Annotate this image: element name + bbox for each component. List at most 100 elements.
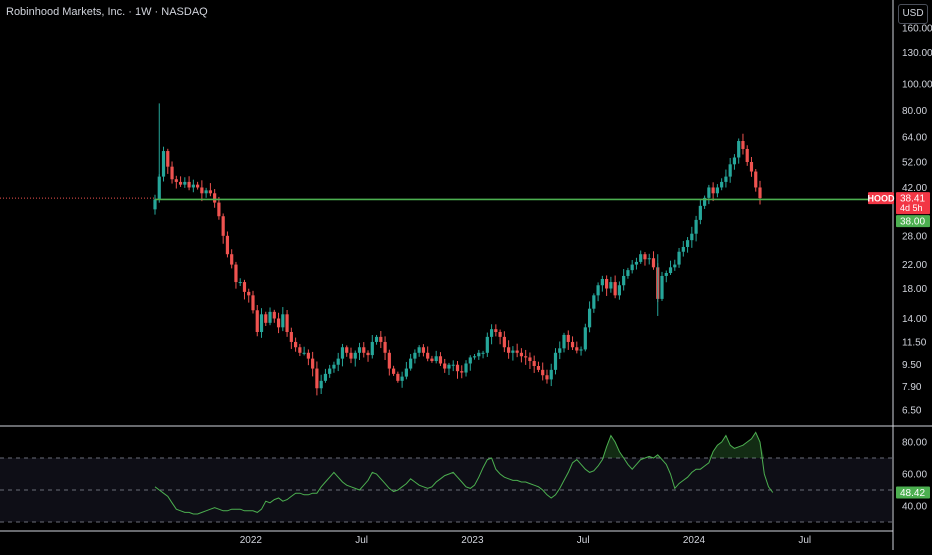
candle-body <box>276 318 281 328</box>
candle-body <box>383 341 387 353</box>
candle-body <box>613 282 617 296</box>
candle-body <box>238 282 242 284</box>
candle-body <box>204 190 208 194</box>
candle-body <box>472 356 477 358</box>
candle-body <box>536 366 541 370</box>
candle-body <box>592 295 596 309</box>
time-tick-label: Jul <box>577 535 590 546</box>
candle-body <box>549 369 553 380</box>
candle-body <box>336 358 340 365</box>
candle-body <box>698 205 702 220</box>
candle-body <box>208 190 212 194</box>
candle-body <box>251 295 255 311</box>
price-tick-label: 64.00 <box>902 133 927 144</box>
candle-body <box>528 357 532 362</box>
price-tick-label: 160.00 <box>902 23 932 34</box>
candle-body <box>643 254 647 260</box>
candle-body <box>587 308 592 328</box>
candle-body <box>639 254 643 262</box>
candle-body <box>298 347 302 353</box>
candle-body <box>247 291 251 296</box>
candle-body <box>464 363 468 373</box>
candle-body <box>626 270 630 276</box>
candle-body <box>264 314 268 323</box>
countdown-label: 4d 5h <box>900 203 923 213</box>
candle-body <box>443 363 447 369</box>
candle-body <box>434 356 438 362</box>
candle-body <box>451 364 455 366</box>
time-tick-label: Jul <box>798 535 811 546</box>
candle-body <box>374 336 379 342</box>
price-tick-label: 14.00 <box>902 314 927 325</box>
candle-body <box>293 341 298 348</box>
candle-body <box>225 235 230 255</box>
candle-body <box>213 193 217 203</box>
candle-body <box>230 254 234 265</box>
candle-body <box>302 352 306 354</box>
candle-body <box>362 347 366 353</box>
candle-body <box>349 352 353 359</box>
candle-body <box>421 347 426 353</box>
candle-body <box>515 350 519 353</box>
candle-body <box>285 314 289 333</box>
rsi-band <box>0 458 892 522</box>
candle-body <box>447 364 451 369</box>
candle-body <box>724 176 728 182</box>
candle-body <box>396 373 400 381</box>
candle-body <box>161 151 166 177</box>
level-badge-label: 38.00 <box>900 217 925 228</box>
candle-body <box>315 368 319 389</box>
candle-body <box>596 285 600 296</box>
currency-button[interactable]: USD <box>898 4 928 24</box>
candle-body <box>477 352 481 357</box>
candle-body <box>455 364 460 372</box>
candle-body <box>353 352 357 359</box>
candle-body <box>600 278 604 286</box>
candle-body <box>745 148 749 162</box>
candle-body <box>409 358 413 369</box>
candle-body <box>673 264 677 268</box>
candle-body <box>426 352 430 359</box>
candle-body <box>651 258 656 268</box>
candle-body <box>404 368 408 377</box>
candle-body <box>281 314 285 328</box>
candle-body <box>664 273 668 276</box>
candle-body <box>605 278 609 289</box>
candle-body <box>268 311 272 323</box>
candle <box>583 323 587 352</box>
candle-body <box>498 332 502 337</box>
candle <box>157 174 161 203</box>
candle-body <box>489 329 494 337</box>
candle-body <box>178 181 183 185</box>
price-tick-label: 28.00 <box>902 231 927 242</box>
candle-body <box>221 216 225 236</box>
price-tick-label: 52.00 <box>902 157 927 168</box>
candle-body <box>749 161 754 172</box>
rsi-value-label: 48.42 <box>900 488 925 499</box>
rsi-tick-label: 60.00 <box>902 470 927 481</box>
price-tick-label: 9.50 <box>902 360 922 371</box>
candle-body <box>519 352 524 357</box>
price-tick-label: 6.50 <box>902 406 922 417</box>
candle-body <box>685 240 690 247</box>
candle-body <box>660 275 664 299</box>
price-tick-label: 100.00 <box>902 80 932 91</box>
candle-body <box>242 282 247 292</box>
chart-area[interactable]: 160.00 130.00 100.00 80.00 64.00 52.00 42.00 28… <box>0 0 932 550</box>
chart-title: Robinhood Markets, Inc. · 1W · NASDAQ <box>6 6 208 18</box>
candle-body <box>183 181 187 185</box>
candle-body <box>481 352 485 354</box>
candle-body <box>715 187 719 194</box>
price-tick-label: 22.00 <box>902 260 927 271</box>
candle-body <box>732 157 737 165</box>
candle-body <box>379 336 383 342</box>
candle-body <box>690 233 694 241</box>
candle-body <box>460 371 464 373</box>
candle-body <box>400 376 404 381</box>
price-tick-label: 80.00 <box>902 106 927 117</box>
candle-body <box>558 348 562 353</box>
candle-body <box>430 358 434 362</box>
candle-body <box>737 141 741 158</box>
candle-body <box>306 352 310 359</box>
candle-body <box>579 349 583 351</box>
